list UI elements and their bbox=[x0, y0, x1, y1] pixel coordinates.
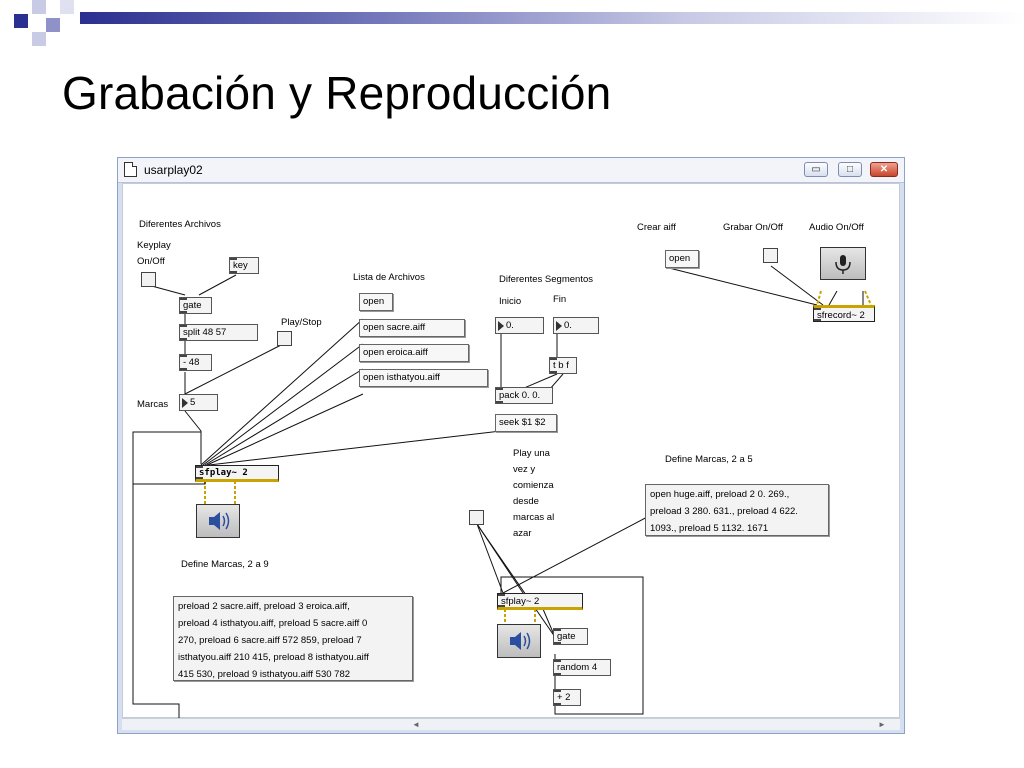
label-vez-y: vez y bbox=[513, 464, 536, 475]
label-marcas: Marcas bbox=[137, 399, 169, 410]
play-stop-toggle[interactable] bbox=[277, 331, 292, 346]
label-marcas-al: marcas al bbox=[513, 512, 555, 523]
sfrecord-object[interactable]: sfrecord~ 2 bbox=[813, 305, 875, 322]
scroll-right-arrow-icon[interactable]: ► bbox=[878, 720, 886, 729]
label-inicio: Inicio bbox=[499, 296, 522, 307]
patcher-window: usarplay02 ▭ □ ✕ Diferentes Archivos Key… bbox=[117, 157, 905, 734]
preload-1-line: 270, preload 6 sacre.aiff 572 859, prelo… bbox=[178, 635, 362, 646]
keyplay-toggle[interactable] bbox=[141, 272, 156, 287]
open-eroica-message[interactable]: open eroica.aiff bbox=[359, 344, 469, 362]
microphone-icon bbox=[835, 255, 851, 274]
slide-deco-square bbox=[60, 0, 74, 14]
open-isthatyou-message[interactable]: open isthatyou.aiff bbox=[359, 369, 488, 387]
label-play-stop: Play/Stop bbox=[281, 317, 322, 328]
label-keyplay: Keyplay bbox=[137, 240, 171, 251]
sfplay-object[interactable]: sfplay~ 2 bbox=[195, 465, 279, 482]
preload-message-2[interactable]: open huge.aiff, preload 2 0. 269., prelo… bbox=[645, 484, 829, 536]
label-define-marcas-2-9: Define Marcas, 2 a 9 bbox=[181, 559, 269, 570]
minus-object[interactable]: - 48 bbox=[179, 354, 212, 371]
maximize-button[interactable]: □ bbox=[838, 162, 862, 177]
slide-title: Grabación y Reproducción bbox=[62, 67, 612, 119]
label-play-una: Play una bbox=[513, 448, 550, 459]
preload-message-1[interactable]: preload 2 sacre.aiff, preload 3 eroica.a… bbox=[173, 596, 413, 681]
slide-deco-square bbox=[46, 18, 60, 32]
preload-2-line: 1093., preload 5 1132. 1671 bbox=[650, 523, 769, 534]
label-diferentes-segmentos: Diferentes Segmentos bbox=[499, 274, 593, 285]
marcas-number[interactable]: 5 bbox=[179, 394, 218, 411]
slide-header-bar bbox=[80, 12, 1024, 24]
horizontal-scrollbar[interactable]: ◄ ► bbox=[122, 718, 900, 730]
patcher-canvas[interactable]: Diferentes Archivos Keyplay On/Off key g… bbox=[122, 183, 900, 719]
open-sacre-message[interactable]: open sacre.aiff bbox=[359, 319, 465, 337]
preload-2-line: preload 3 280. 631., preload 4 622. bbox=[650, 506, 798, 517]
slide-deco-square bbox=[32, 0, 46, 14]
slide-deco-square bbox=[32, 32, 46, 46]
play-random-toggle[interactable] bbox=[469, 510, 484, 525]
open-record-message[interactable]: open bbox=[665, 250, 699, 268]
speaker-icon bbox=[209, 512, 230, 530]
open-message[interactable]: open bbox=[359, 293, 393, 311]
label-desde: desde bbox=[513, 496, 539, 507]
label-fin: Fin bbox=[553, 294, 567, 305]
gate-object-2[interactable]: gate bbox=[553, 628, 588, 645]
label-crear-aiff: Crear aiff bbox=[637, 222, 676, 233]
gate-object[interactable]: gate bbox=[179, 297, 212, 314]
speaker-icon bbox=[510, 632, 531, 650]
label-keyplay-onoff: On/Off bbox=[137, 256, 165, 267]
adc-mic-button[interactable] bbox=[820, 247, 866, 280]
plus-object[interactable]: + 2 bbox=[553, 689, 581, 706]
document-icon bbox=[124, 162, 137, 177]
window-titlebar[interactable]: usarplay02 ▭ □ ✕ bbox=[118, 158, 904, 183]
sfplay-object-2[interactable]: sfplay~ 2 bbox=[497, 593, 583, 610]
key-object[interactable]: key bbox=[229, 257, 259, 274]
seek-message[interactable]: seek $1 $2 bbox=[495, 414, 557, 432]
speaker-dac-button[interactable] bbox=[196, 504, 240, 538]
preload-1-line: preload 2 sacre.aiff, preload 3 eroica.a… bbox=[178, 601, 350, 612]
speaker-dac-button-2[interactable] bbox=[497, 624, 541, 658]
label-grabar-onoff: Grabar On/Off bbox=[723, 222, 784, 233]
label-define-marcas-2-5: Define Marcas, 2 a 5 bbox=[665, 454, 753, 465]
preload-1-line: 415 530, preload 9 isthatyou.aiff 530 78… bbox=[178, 669, 351, 680]
slide-deco-square bbox=[14, 14, 28, 28]
preload-2-line: open huge.aiff, preload 2 0. 269., bbox=[650, 489, 790, 500]
label-lista-archivos: Lista de Archivos bbox=[353, 272, 425, 283]
label-diferentes-archivos: Diferentes Archivos bbox=[139, 219, 221, 230]
split-object[interactable]: split 48 57 bbox=[179, 324, 258, 341]
random-object[interactable]: random 4 bbox=[553, 659, 611, 676]
tbf-object[interactable]: t b f bbox=[549, 357, 577, 374]
window-title: usarplay02 bbox=[144, 163, 203, 177]
close-button[interactable]: ✕ bbox=[870, 162, 898, 177]
inicio-number[interactable]: 0. bbox=[495, 317, 544, 334]
grabar-toggle[interactable] bbox=[763, 248, 778, 263]
label-audio-onoff: Audio On/Off bbox=[809, 222, 864, 233]
fin-number[interactable]: 0. bbox=[553, 317, 599, 334]
label-azar: azar bbox=[513, 528, 532, 539]
label-comienza: comienza bbox=[513, 480, 554, 491]
preload-1-line: preload 4 isthatyou.aiff, preload 5 sacr… bbox=[178, 618, 368, 629]
preload-1-line: isthatyou.aiff 210 415, preload 8 isthat… bbox=[178, 652, 369, 663]
minimize-button[interactable]: ▭ bbox=[804, 162, 828, 177]
scroll-left-arrow-icon[interactable]: ◄ bbox=[412, 720, 420, 729]
pack-object[interactable]: pack 0. 0. bbox=[495, 387, 553, 404]
